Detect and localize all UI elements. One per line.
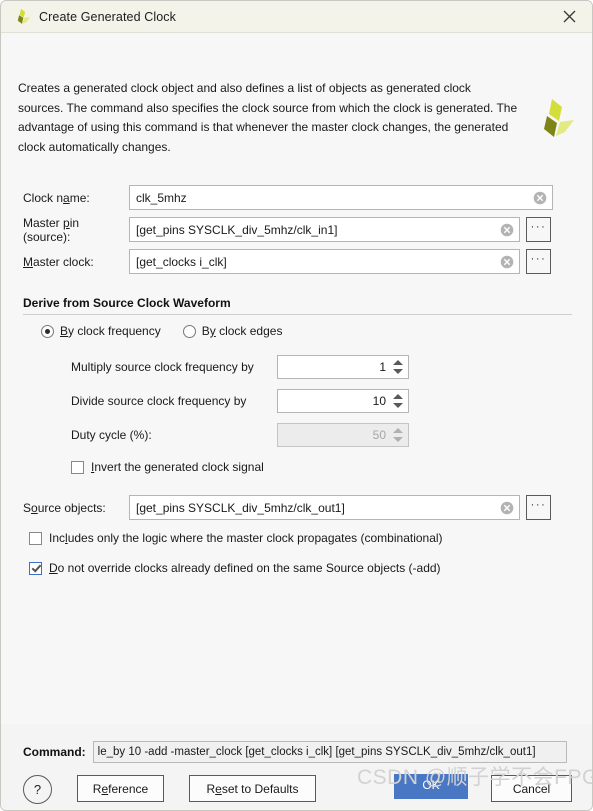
dialog-footer: Command: le_by 10 -add -master_clock [ge… [1,724,592,810]
combinational-label: Includes only the logic where the master… [49,531,443,545]
master-clock-row: Master clock: [get_clocks i_clk] ··· [1,249,592,274]
divide-row: Divide source clock frequency by 10 [1,389,592,413]
checkbox-icon[interactable] [71,460,84,474]
clear-icon[interactable] [500,223,514,237]
checkbox-icon[interactable] [29,531,42,545]
master-pin-input[interactable]: [get_pins SYSCLK_div_5mhz/clk_in1] [129,217,520,242]
button-row: ? Re ference Re set to Defaults OK Cancel [1,774,592,806]
reset-to-defaults-button[interactable]: Re set to Defaults [189,775,316,802]
cancel-button[interactable]: Cancel [491,775,572,802]
spinner-arrows[interactable] [391,356,405,378]
duty-cycle-spinner: 50 [277,423,409,447]
radio-button-icon[interactable] [41,324,54,338]
duty-cycle-row: Duty cycle (%): 50 [1,423,592,447]
vivado-logo-icon [10,6,32,28]
clear-icon[interactable] [500,501,514,515]
clock-name-value: clk_5mhz [136,190,187,205]
dialog-body: Creates a generated clock object and als… [1,33,592,757]
clear-icon[interactable] [500,255,514,269]
spinner-arrows [391,424,405,446]
group-divider [23,314,572,315]
multiply-label: Multiply source clock frequency by [71,360,254,374]
radio-label: By clock edges [201,324,283,338]
do-not-override-checkbox-row[interactable]: Do not override clocks already defined o… [29,561,441,575]
derive-mode-radio-group: By clock frequency By clock edges [41,324,282,338]
command-label: Command: [23,745,86,759]
divide-spinner[interactable]: 10 [277,389,409,413]
spinner-up-icon [393,428,403,433]
spinner-down-icon [393,437,403,442]
reference-button[interactable]: Re ference [77,775,164,802]
divide-label: Divide source clock frequency by [71,394,247,408]
close-icon[interactable] [547,1,592,32]
ok-button[interactable]: OK [394,774,468,799]
master-clock-value: [get_clocks i_clk] [136,254,227,269]
master-pin-value: [get_pins SYSCLK_div_5mhz/clk_in1] [136,222,338,237]
help-button[interactable]: ? [23,775,52,804]
master-pin-browse-button[interactable]: ··· [526,217,551,242]
spinner-down-icon[interactable] [393,369,403,374]
spinner-arrows[interactable] [391,390,405,412]
source-objects-label: Source objects: [23,500,106,515]
clock-name-row: Clock name: clk_5mhz [1,185,592,210]
duty-cycle-value: 50 [372,428,386,442]
master-pin-label: Master pin (source): [23,215,80,244]
spinner-up-icon[interactable] [393,394,403,399]
source-objects-row: Source objects: [get_pins SYSCLK_div_5mh… [1,495,592,520]
source-objects-input[interactable]: [get_pins SYSCLK_div_5mhz/clk_out1] [129,495,520,520]
source-objects-value: [get_pins SYSCLK_div_5mhz/clk_out1] [136,500,345,515]
description-text: Creates a generated clock object and als… [18,81,518,154]
radio-by-clock-frequency[interactable]: By clock frequency [41,324,161,338]
clock-name-label: Clock name: [23,190,90,205]
command-input[interactable]: le_by 10 -add -master_clock [get_clocks … [92,741,567,763]
do-not-override-label: Do not override clocks already defined o… [49,561,441,575]
window-title: Create Generated Clock [39,9,176,24]
radio-by-clock-edges[interactable]: By clock edges [182,324,283,338]
multiply-row: Multiply source clock frequency by 1 [1,355,592,379]
master-clock-input[interactable]: [get_clocks i_clk] [129,249,520,274]
spinner-up-icon[interactable] [393,360,403,365]
multiply-spinner[interactable]: 1 [277,355,409,379]
spinner-down-icon[interactable] [393,403,403,408]
command-row: Command: le_by 10 -add -master_clock [ge… [23,741,567,763]
master-clock-label: Master clock: [23,254,94,269]
combinational-checkbox-row[interactable]: Includes only the logic where the master… [29,531,443,545]
clock-name-input[interactable]: clk_5mhz [129,185,553,210]
clear-icon[interactable] [533,191,547,205]
radio-label: By clock frequency [60,324,161,338]
invert-clock-label: Invert the generated clock signal [91,460,264,474]
divide-value: 10 [372,394,386,408]
master-clock-browse-button[interactable]: ··· [526,249,551,274]
duty-cycle-label: Duty cycle (%): [71,428,152,442]
group-title: Derive from Source Clock Waveform [23,296,231,310]
multiply-value: 1 [379,360,386,374]
title-bar: Create Generated Clock [1,1,592,33]
master-pin-row: Master pin (source): [get_pins SYSCLK_di… [1,215,592,244]
create-generated-clock-dialog: Create Generated Clock Creates a generat… [0,0,593,811]
radio-button-icon[interactable] [182,324,196,338]
vivado-logo-large-icon [528,95,576,143]
checkbox-icon[interactable] [29,561,42,575]
source-objects-browse-button[interactable]: ··· [526,495,551,520]
invert-clock-checkbox-row[interactable]: Invert the generated clock signal [71,460,264,474]
